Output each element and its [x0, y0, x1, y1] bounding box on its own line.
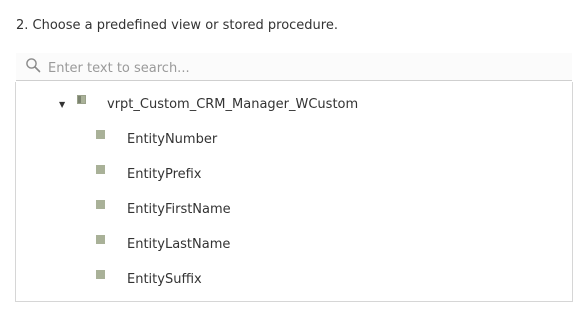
tree-item[interactable]: EntityNumber [16, 129, 572, 151]
tree-item-label: EntityLastName [127, 237, 231, 252]
tree-item[interactable]: EntityLastName [16, 234, 572, 256]
instruction-text: 2. Choose a predefined view or stored pr… [16, 18, 338, 33]
tree-panel: ▼ vrpt_Custom_CRM_Manager_WCustom Entity… [15, 82, 573, 302]
search-input[interactable] [48, 57, 548, 79]
search-icon [26, 58, 41, 73]
field-node-icon [96, 270, 105, 279]
field-node-icon [96, 165, 105, 174]
expand-toggle-icon[interactable]: ▼ [59, 101, 67, 109]
tree-root-label: vrpt_Custom_CRM_Manager_WCustom [107, 97, 359, 112]
tree-item[interactable]: EntityFirstName [16, 199, 572, 221]
tree-item-label: EntityNumber [127, 132, 218, 147]
field-node-icon [96, 200, 105, 209]
tree-item[interactable]: EntitySuffix [16, 269, 572, 291]
view-node-icon [77, 95, 86, 104]
field-node-icon [96, 130, 105, 139]
tree-item-label: EntityPrefix [127, 167, 202, 182]
search-box[interactable] [16, 53, 572, 81]
tree-item-label: EntitySuffix [127, 272, 202, 287]
tree-item-label: EntityFirstName [127, 202, 231, 217]
tree-item[interactable]: EntityPrefix [16, 164, 572, 186]
tree-root-row[interactable]: ▼ vrpt_Custom_CRM_Manager_WCustom [16, 94, 572, 116]
field-node-icon [96, 235, 105, 244]
